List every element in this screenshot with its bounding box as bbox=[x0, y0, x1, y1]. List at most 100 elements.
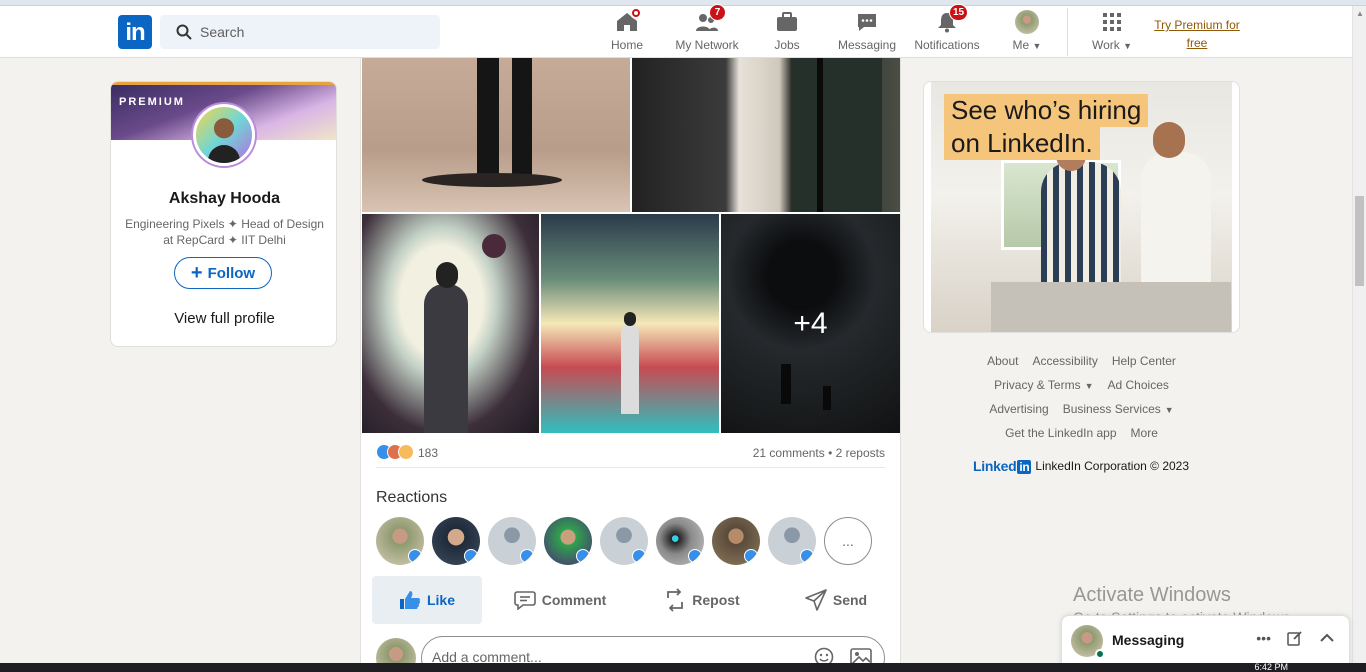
ad-card[interactable]: See who’s hiring on LinkedIn. bbox=[923, 81, 1240, 333]
reactor-avatar[interactable] bbox=[600, 517, 648, 565]
online-status-dot bbox=[1095, 649, 1105, 659]
reactor-avatar[interactable] bbox=[712, 517, 760, 565]
view-full-profile-link[interactable]: View full profile bbox=[111, 310, 336, 327]
notification-badge: 15 bbox=[949, 4, 969, 21]
like-icon bbox=[632, 549, 646, 563]
linkedin-logo[interactable]: in bbox=[118, 15, 152, 49]
post-image[interactable] bbox=[632, 58, 900, 212]
reactor-avatar[interactable] bbox=[488, 517, 536, 565]
insightful-reaction-icon bbox=[398, 444, 414, 460]
search-box[interactable] bbox=[160, 15, 440, 49]
thumbs-up-icon bbox=[399, 591, 421, 609]
footer-brand: Linked in LinkedIn Corporation © 2023 bbox=[973, 458, 1189, 474]
messaging-dock-label: Messaging bbox=[1112, 632, 1185, 648]
nav-me[interactable]: Me ▼ bbox=[1003, 6, 1051, 58]
footer-links: About Accessibility Help Center Privacy … bbox=[923, 352, 1240, 448]
windows-taskbar: 6:42 PM bbox=[0, 663, 1366, 672]
chat-icon bbox=[858, 14, 876, 31]
try-premium-link[interactable]: Try Premium for free bbox=[1148, 16, 1246, 52]
reactor-avatar[interactable] bbox=[768, 517, 816, 565]
footer-link-privacy-terms[interactable]: Privacy & Terms ▼ bbox=[994, 376, 1093, 400]
footer-link-advertising[interactable]: Advertising bbox=[989, 400, 1048, 424]
profile-name[interactable]: Akshay Hooda bbox=[111, 190, 336, 208]
send-button[interactable]: Send bbox=[786, 576, 886, 624]
more-options-icon[interactable]: ••• bbox=[1256, 630, 1271, 646]
avatar bbox=[1015, 10, 1039, 34]
footer-link-ad-choices[interactable]: Ad Choices bbox=[1108, 376, 1169, 400]
repost-icon bbox=[667, 588, 684, 612]
scroll-up-arrow-icon[interactable]: ▲ bbox=[1356, 9, 1364, 18]
linkedin-wordmark: Linked in bbox=[973, 458, 1032, 474]
nav-label: Work bbox=[1091, 38, 1120, 52]
post-image[interactable] bbox=[362, 58, 630, 212]
plus-icon: + bbox=[190, 262, 203, 284]
more-images-count: +4 bbox=[721, 214, 900, 433]
nav-label: Home bbox=[610, 38, 643, 52]
chevron-down-icon: ▼ bbox=[1123, 41, 1133, 51]
footer-link-more[interactable]: More bbox=[1131, 424, 1158, 448]
like-button[interactable]: Like bbox=[372, 576, 482, 624]
grid-icon bbox=[1103, 13, 1121, 31]
reactor-avatar[interactable] bbox=[376, 517, 424, 565]
comment-button[interactable]: Comment bbox=[502, 576, 618, 624]
nav-label: Jobs bbox=[774, 38, 800, 52]
more-reactors-button[interactable]: ... bbox=[824, 517, 872, 565]
ad-headline-line1: See who’s hiring bbox=[944, 94, 1149, 127]
feed-post: +4 183 21 comments • 2 reposts Reactions… bbox=[360, 58, 901, 672]
nav-notifications[interactable]: 15 Notifications bbox=[912, 4, 982, 58]
footer-link-business-services[interactable]: Business Services ▼ bbox=[1063, 400, 1174, 424]
footer-link-accessibility[interactable]: Accessibility bbox=[1032, 352, 1097, 376]
compose-icon[interactable] bbox=[1287, 630, 1303, 646]
global-nav: in Home 7 My Network Jobs Messaging 15 bbox=[0, 4, 1352, 58]
post-image-more[interactable]: +4 bbox=[721, 214, 900, 433]
follow-button[interactable]: + Follow bbox=[174, 257, 272, 289]
copyright-text: LinkedIn Corporation © 2023 bbox=[1035, 459, 1190, 473]
nav-work[interactable]: Work ▼ bbox=[1088, 6, 1136, 58]
nav-my-network[interactable]: 7 My Network bbox=[672, 4, 742, 58]
post-image[interactable] bbox=[541, 214, 719, 433]
send-icon bbox=[805, 589, 827, 611]
search-icon bbox=[176, 24, 192, 40]
nav-label: Messaging bbox=[837, 38, 897, 52]
chevron-down-icon: ▼ bbox=[1032, 41, 1042, 51]
page-scrollbar[interactable]: ▲ bbox=[1352, 6, 1366, 666]
post-image[interactable] bbox=[362, 214, 539, 433]
reactions-heading: Reactions bbox=[376, 489, 448, 506]
chevron-down-icon: ▼ bbox=[1084, 381, 1094, 391]
nav-home[interactable]: Home bbox=[604, 6, 650, 58]
reaction-icons bbox=[376, 444, 416, 460]
profile-headline: Engineering Pixels ✦ Head of Design at R… bbox=[125, 217, 324, 247]
chevron-up-icon[interactable] bbox=[1319, 630, 1335, 646]
chevron-down-icon: ▼ bbox=[1164, 405, 1174, 415]
premium-tag: PREMIUM bbox=[119, 96, 185, 108]
nav-messaging[interactable]: Messaging bbox=[835, 6, 899, 58]
footer-link-get-app[interactable]: Get the LinkedIn app bbox=[1005, 424, 1116, 448]
footer-link-about[interactable]: About bbox=[987, 352, 1018, 376]
nav-label: My Network bbox=[675, 38, 739, 52]
like-icon bbox=[800, 549, 814, 563]
search-input[interactable] bbox=[200, 15, 430, 49]
repost-button[interactable]: Repost bbox=[652, 576, 752, 624]
like-icon bbox=[744, 549, 758, 563]
nav-label: Me bbox=[1012, 38, 1030, 52]
nav-divider bbox=[1067, 8, 1068, 56]
ad-photo: See who’s hiring on LinkedIn. bbox=[931, 82, 1232, 332]
briefcase-icon bbox=[777, 12, 797, 31]
reactor-avatar[interactable] bbox=[432, 517, 480, 565]
like-icon bbox=[464, 549, 478, 563]
profile-card: PREMIUM Akshay Hooda Engineering Pixels … bbox=[110, 81, 337, 347]
ad-headline-line2: on LinkedIn. bbox=[944, 127, 1100, 160]
comment-icon bbox=[513, 591, 536, 610]
footer-link-help-center[interactable]: Help Center bbox=[1112, 352, 1176, 376]
profile-avatar[interactable] bbox=[193, 104, 255, 166]
scrollbar-thumb[interactable] bbox=[1355, 196, 1364, 286]
like-icon bbox=[688, 549, 702, 563]
comments-reposts-count[interactable]: 21 comments • 2 reposts bbox=[753, 446, 885, 460]
reactor-avatar[interactable] bbox=[656, 517, 704, 565]
like-icon bbox=[576, 549, 590, 563]
reactor-avatar[interactable] bbox=[544, 517, 592, 565]
nav-jobs[interactable]: Jobs bbox=[766, 6, 808, 58]
nav-label: Notifications bbox=[914, 38, 980, 52]
reaction-count[interactable]: 183 bbox=[418, 446, 438, 460]
post-actions: Like Comment Repost Send bbox=[372, 576, 892, 624]
